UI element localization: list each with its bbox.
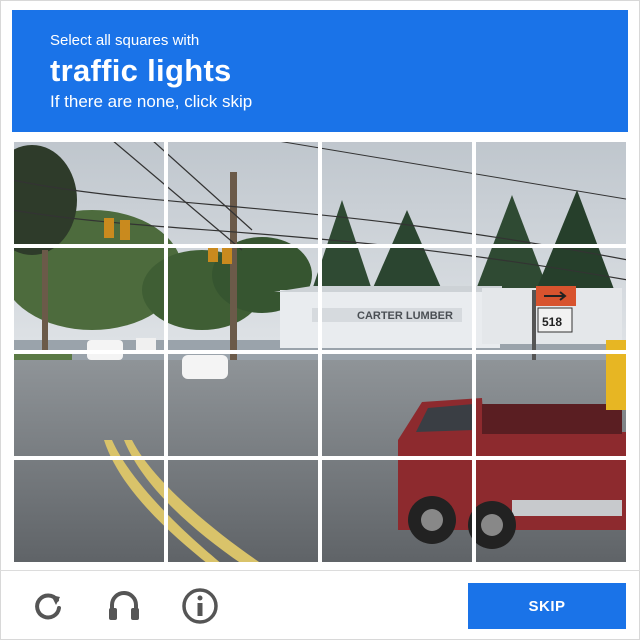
reload-icon xyxy=(35,593,61,620)
grid-tile[interactable] xyxy=(166,458,320,564)
grid-tile[interactable] xyxy=(166,140,320,246)
grid-tile[interactable] xyxy=(320,140,474,246)
info-icon xyxy=(182,588,218,624)
reload-button[interactable] xyxy=(28,586,68,626)
captcha-image-grid: CARTER LUMBER 518 xyxy=(12,140,628,564)
grid-tile[interactable] xyxy=(166,352,320,458)
grid-tile[interactable] xyxy=(320,352,474,458)
info-button[interactable] xyxy=(180,586,220,626)
skip-hint-text: If there are none, click skip xyxy=(50,92,253,111)
grid-tile[interactable] xyxy=(474,246,628,352)
footer-divider xyxy=(0,570,640,571)
grid-tile[interactable] xyxy=(12,246,166,352)
grid-tile[interactable] xyxy=(12,352,166,458)
captcha-header: Select all squares with traffic lights I… xyxy=(12,10,628,132)
grid-tile[interactable] xyxy=(12,140,166,246)
grid-tile[interactable] xyxy=(166,246,320,352)
grid-tile[interactable] xyxy=(320,246,474,352)
grid-tile[interactable] xyxy=(12,458,166,564)
grid-tile[interactable] xyxy=(474,352,628,458)
grid-tile[interactable] xyxy=(474,458,628,564)
audio-challenge-button[interactable] xyxy=(104,586,144,626)
headphones-icon xyxy=(109,591,139,620)
grid-tile[interactable] xyxy=(320,458,474,564)
instruction-text: Select all squares with xyxy=(50,32,200,49)
skip-button[interactable]: SKIP xyxy=(468,583,626,629)
grid-tile[interactable] xyxy=(474,140,628,246)
target-object-text: traffic lights xyxy=(50,53,232,88)
